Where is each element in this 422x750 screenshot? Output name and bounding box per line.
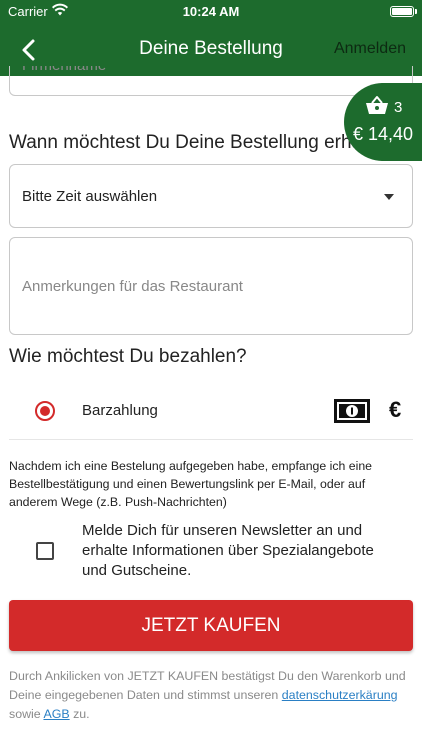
dropdown-caret-icon [384, 194, 394, 200]
newsletter-checkbox[interactable] [36, 542, 54, 560]
privacy-policy-link[interactable]: datenschutzerkärung [282, 688, 398, 702]
basket-icon [365, 95, 389, 120]
terms-link[interactable]: AGB [43, 707, 69, 721]
company-placeholder: Firmenname [22, 66, 106, 74]
payment-option-label: Barzahlung [82, 402, 158, 419]
company-field[interactable]: Firmenname [9, 66, 413, 96]
cart-badge[interactable]: 3 € 14,40 [344, 83, 422, 161]
legal-text-end: zu. [73, 707, 90, 721]
restaurant-notes-field[interactable]: Anmerkungen für das Restaurant [9, 237, 413, 335]
time-select[interactable]: Bitte Zeit auswählen [9, 164, 413, 228]
notes-placeholder: Anmerkungen für das Restaurant [22, 278, 243, 295]
delivery-time-heading: Wann möchtest Du Deine Bestellung erhalt… [9, 132, 404, 153]
payment-heading: Wie möchtest Du bezahlen? [9, 346, 247, 367]
legal-notice: Durch Ankilicken von JETZT KAUFEN bestät… [9, 667, 419, 724]
battery-tip [415, 9, 417, 14]
cash-icon [334, 399, 370, 428]
buy-now-button[interactable]: JETZT KAUFEN [9, 600, 413, 651]
battery-icon [390, 6, 414, 17]
euro-icon: € [389, 397, 402, 422]
newsletter-option[interactable]: Melde Dich für unseren Newsletter an und… [9, 518, 413, 586]
cart-total: € 14,40 [353, 124, 414, 144]
status-bar: Carrier 10:24 AM [0, 0, 422, 24]
payment-radio-selected[interactable] [35, 401, 55, 421]
payment-option-cash[interactable]: Barzahlung € [9, 382, 413, 440]
cart-count: 3 [394, 99, 403, 116]
clock: 10:24 AM [182, 4, 240, 19]
legal-text-between: sowie [9, 707, 41, 721]
login-button[interactable]: Anmelden [334, 40, 406, 58]
time-select-value: Bitte Zeit auswählen [22, 188, 158, 205]
newsletter-label: Melde Dich für unseren Newsletter an und… [82, 522, 374, 579]
confirmation-info-text: Nachdem ich eine Bestelung aufgegeben ha… [9, 459, 373, 509]
